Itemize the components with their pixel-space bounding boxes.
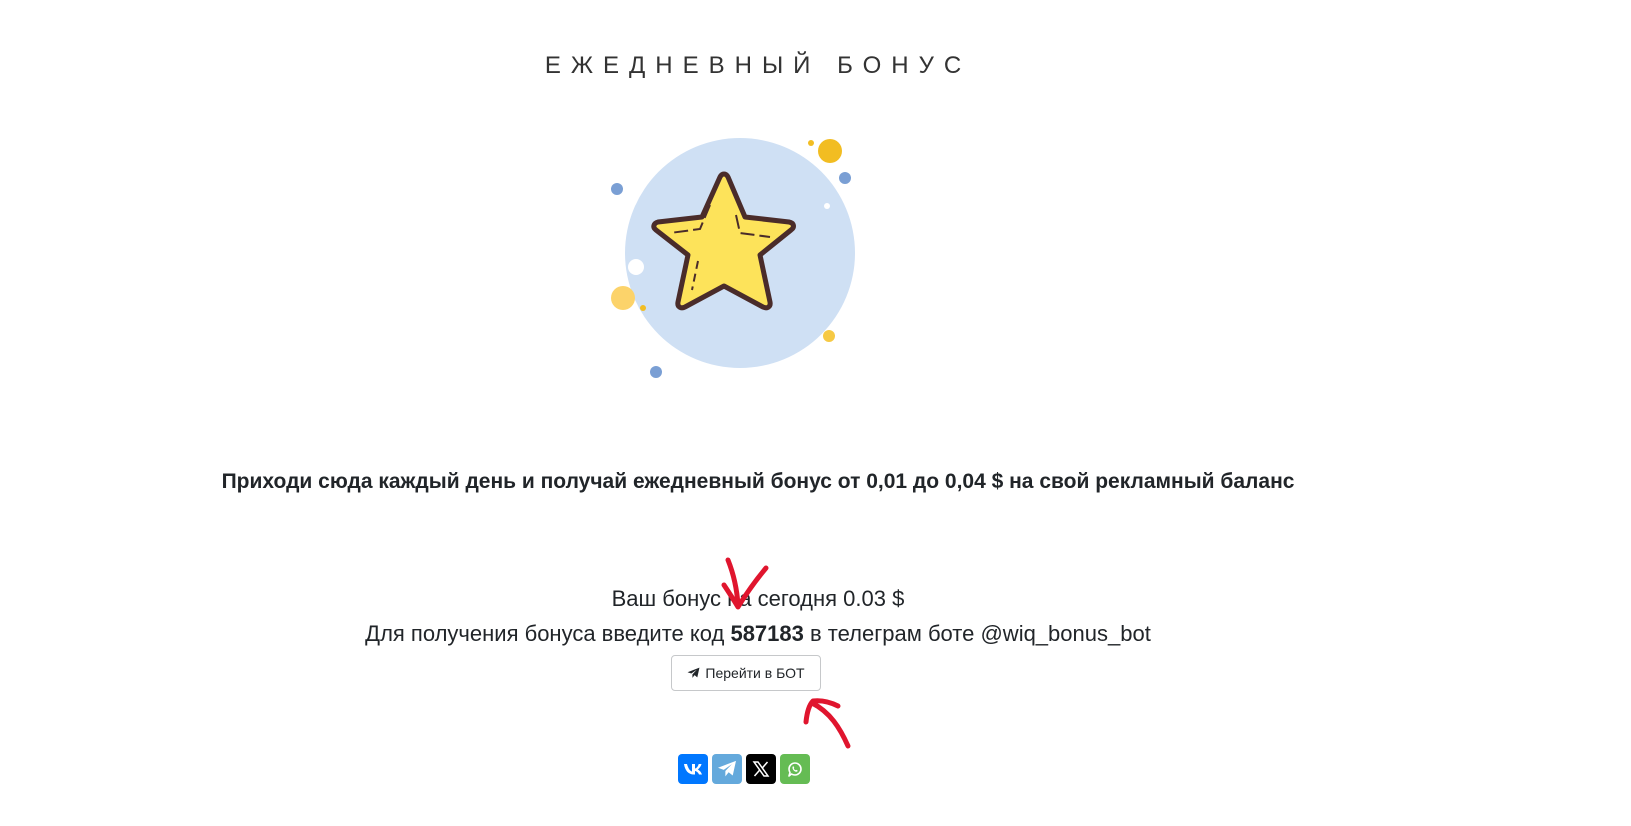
decor-dot xyxy=(824,203,830,209)
go-to-bot-label: Перейти в БОТ xyxy=(705,665,805,681)
share-telegram-button[interactable] xyxy=(712,754,742,784)
daily-bonus-page: ЕЖЕДНЕВНЫЙ БОНУС Приходи сюда каждый ден… xyxy=(0,0,1631,826)
share-whatsapp-button[interactable] xyxy=(780,754,810,784)
telegram-plane-icon xyxy=(687,667,700,678)
code-prefix: Для получения бонуса введите код xyxy=(365,621,725,646)
share-x-button[interactable] xyxy=(746,754,776,784)
decor-dot xyxy=(611,286,635,310)
page-title: ЕЖЕДНЕВНЫЙ БОНУС xyxy=(544,52,972,79)
decor-dot xyxy=(640,305,646,311)
decor-dot xyxy=(611,183,623,195)
telegram-icon xyxy=(718,760,736,777)
annotation-up-arrow xyxy=(803,698,851,749)
go-to-bot-button[interactable]: Перейти в БОТ xyxy=(671,655,821,691)
share-vk-button[interactable] xyxy=(678,754,708,784)
whatsapp-icon xyxy=(788,762,802,777)
bonus-code-instructions: Для получения бонуса введите код 587183 … xyxy=(0,621,1516,647)
x-icon xyxy=(752,761,770,777)
bonus-amount-text: Ваш бонус на сегодня 0.03 $ xyxy=(611,586,905,611)
code-suffix: в телеграм боте @wiq_bonus_bot xyxy=(810,621,1151,646)
vk-icon xyxy=(684,764,702,775)
decor-dot xyxy=(650,366,662,378)
decor-dot xyxy=(839,172,851,184)
decor-dot xyxy=(823,330,835,342)
share-buttons xyxy=(678,754,810,784)
bonus-code: 587183 xyxy=(730,621,804,646)
decor-dot xyxy=(818,139,842,163)
star-illustration xyxy=(611,138,855,378)
decor-dot xyxy=(628,259,644,275)
promo-text: Приходи сюда каждый день и получай ежедн… xyxy=(221,470,1295,493)
red-annotation-arrows xyxy=(721,557,851,749)
decor-dot xyxy=(808,140,814,146)
